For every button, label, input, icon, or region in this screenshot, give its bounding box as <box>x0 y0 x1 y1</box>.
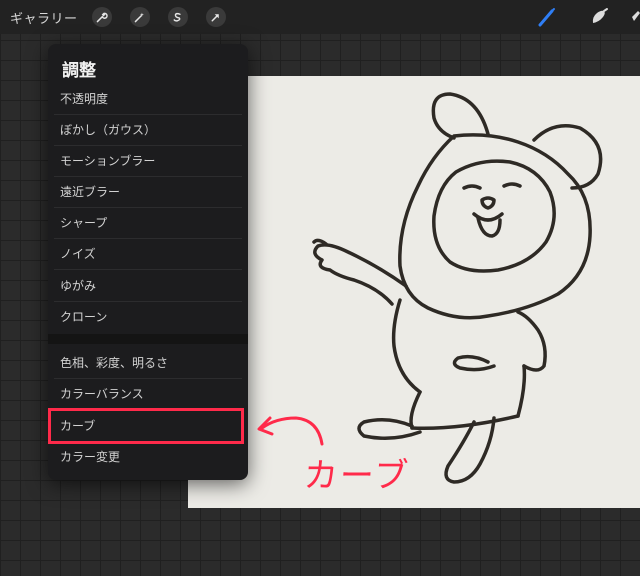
curves-highlight-box <box>48 408 244 444</box>
menu-item-label: ノイズ <box>60 247 96 261</box>
menu-item-color-balance[interactable]: カラーバランス <box>48 379 248 410</box>
menu-item-label: クローン <box>60 310 108 324</box>
brush-icon[interactable] <box>536 6 558 28</box>
menu-item-label: 色相、彩度、明るさ <box>60 356 169 370</box>
right-toolbar <box>506 0 640 34</box>
menu-item-label: ゆがみ <box>60 279 97 293</box>
menu-item-label: モーションブラー <box>60 154 156 168</box>
menu-item-label: カラーバランス <box>60 387 144 401</box>
bear-drawing <box>312 92 603 484</box>
menu-item-label: ぼかし（ガウス） <box>60 123 157 137</box>
menu-item-opacity[interactable]: 不透明度 <box>48 84 248 115</box>
menu-item-gaussian-blur[interactable]: ぼかし（ガウス） <box>48 115 248 146</box>
gallery-button[interactable]: ギャラリー <box>10 8 78 27</box>
menu-item-noise[interactable]: ノイズ <box>48 239 248 270</box>
menu-item-clone[interactable]: クローン <box>48 302 248 333</box>
smudge-icon[interactable] <box>588 6 610 28</box>
menu-item-sharpen[interactable]: シャープ <box>48 208 248 239</box>
menu-item-gradient-map[interactable]: カラー変更 <box>48 442 248 473</box>
menu-item-perspective-blur[interactable]: 遠近ブラー <box>48 177 248 208</box>
magic-wand-icon[interactable] <box>129 7 150 27</box>
top-toolbar: ギャラリー <box>0 0 640 34</box>
menu-item-label: カラー変更 <box>60 450 121 464</box>
annotation-text: カーブ <box>302 456 412 496</box>
menu-item-label: 不透明度 <box>60 92 109 106</box>
panel-title: 調整 <box>62 61 96 81</box>
menu-group-divider <box>48 334 248 344</box>
drawing-canvas[interactable] <box>188 76 640 508</box>
menu-item-label: 遠近ブラー <box>60 185 121 199</box>
wrench-icon[interactable] <box>91 7 112 27</box>
menu-item-hue-saturation-brightness[interactable]: 色相、彩度、明るさ <box>48 348 248 379</box>
selection-s-icon[interactable] <box>167 7 188 27</box>
menu-item-label: シャープ <box>60 216 108 230</box>
eraser-icon[interactable] <box>630 6 640 28</box>
menu-item-liquify[interactable]: ゆがみ <box>48 271 248 302</box>
arrow-transform-icon[interactable] <box>205 7 226 27</box>
menu-item-motion-blur[interactable]: モーションブラー <box>48 146 248 177</box>
